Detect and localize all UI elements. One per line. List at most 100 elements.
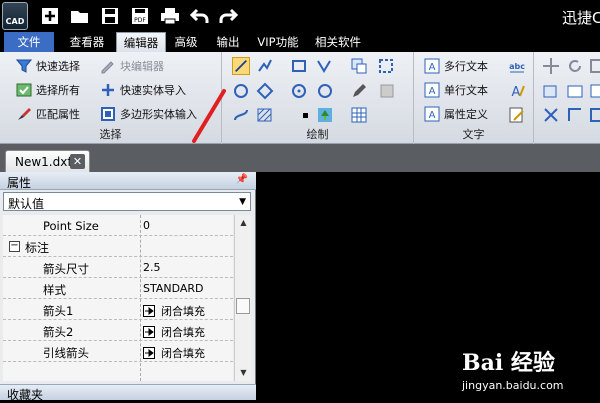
spline-icon[interactable] <box>232 106 250 124</box>
block-editor-label: 块编辑器 <box>120 60 164 73</box>
property-row[interactable]: Point Size 0 <box>3 215 233 236</box>
offset-icon[interactable] <box>588 106 600 124</box>
property-name: 箭头1 <box>43 304 74 318</box>
open-folder-icon[interactable] <box>70 6 90 26</box>
move-icon[interactable] <box>542 57 560 75</box>
save-icon[interactable] <box>100 6 120 26</box>
circle-icon[interactable] <box>232 82 250 100</box>
scrollbar-thumb[interactable] <box>236 298 250 314</box>
table-icon[interactable] <box>350 106 368 124</box>
property-row[interactable]: 引线箭头 闭合填充 <box>3 341 233 362</box>
pen-icon[interactable] <box>350 82 368 100</box>
property-row[interactable]: 箭头尺寸 2.5 <box>3 257 233 278</box>
select-all-icon <box>16 83 32 97</box>
block-insert-icon[interactable] <box>350 57 368 75</box>
collapse-icon[interactable]: − <box>9 241 20 252</box>
svg-text:A: A <box>512 85 521 100</box>
single-text-label: 单行文本 <box>444 84 488 97</box>
undo-icon[interactable] <box>190 6 210 26</box>
new-file-icon[interactable] <box>40 6 60 26</box>
image-icon[interactable] <box>316 106 334 124</box>
close-icon[interactable]: ✕ <box>70 154 85 169</box>
property-name: Point Size <box>43 219 99 233</box>
title-bar: CAD PDF 迅捷CAD <box>0 0 600 32</box>
text-style-icon[interactable]: abc <box>508 57 526 75</box>
property-section[interactable]: − 标注 <box>3 236 233 257</box>
menu-viewer[interactable]: 查看器 <box>62 32 112 52</box>
menu-file[interactable]: 文件 <box>4 32 54 52</box>
save-pdf-icon[interactable]: PDF <box>130 6 150 26</box>
region-icon[interactable] <box>378 57 396 75</box>
scroll-up-icon[interactable]: ▲ <box>235 215 252 231</box>
properties-selector-value: 默认值 <box>8 197 45 211</box>
property-row[interactable] <box>3 362 233 381</box>
mtext-icon: A <box>424 58 440 74</box>
quick-entity-import-button[interactable]: 快速实体导入 <box>100 80 186 100</box>
menu-editor[interactable]: 编辑器 <box>116 32 166 52</box>
draw-group: 绘制 <box>222 52 414 144</box>
property-value[interactable]: 闭合填充 <box>143 324 205 340</box>
document-tab[interactable]: New1.dxf ✕ <box>5 150 90 172</box>
property-value[interactable]: 2.5 <box>143 261 161 274</box>
property-value[interactable]: 0 <box>143 219 150 232</box>
svg-text:PDF: PDF <box>134 17 146 24</box>
extend-icon[interactable] <box>566 106 584 124</box>
properties-header: 属性 📌 <box>0 172 256 190</box>
ellipse-icon[interactable] <box>256 82 274 100</box>
point-icon[interactable] <box>296 106 314 124</box>
quick-select-button[interactable]: 快速选择 <box>16 56 80 76</box>
property-value[interactable]: 闭合填充 <box>143 303 205 319</box>
block-editor-button[interactable]: 块编辑器 <box>100 56 164 76</box>
properties-selector[interactable]: 默认值 ▼ <box>3 192 251 211</box>
text-color-icon[interactable]: A <box>508 82 526 100</box>
section-title: 标注 <box>25 241 50 255</box>
copy-icon[interactable] <box>542 82 560 100</box>
mtext-button[interactable]: A 多行文本 <box>424 56 488 76</box>
rectangle-icon[interactable] <box>290 57 308 75</box>
trim-icon[interactable] <box>542 106 560 124</box>
line-icon[interactable] <box>232 57 250 75</box>
hatch-icon[interactable] <box>256 106 274 124</box>
polygon-entity-input-button[interactable]: 多边形实体输入 <box>100 104 197 124</box>
single-text-button[interactable]: A 单行文本 <box>424 80 488 100</box>
vertical-scrollbar[interactable]: ▲ ▼ <box>234 215 251 381</box>
match-properties-button[interactable]: 匹配属性 <box>16 104 80 124</box>
polyline-icon[interactable] <box>256 57 274 75</box>
scroll-down-icon[interactable]: ▼ <box>235 365 252 381</box>
property-row[interactable]: 箭头1 闭合填充 <box>3 299 233 320</box>
property-value[interactable]: 闭合填充 <box>143 345 205 361</box>
edit-text-icon[interactable] <box>508 106 526 124</box>
ribbon: 快速选择 块编辑器 选择所有 快速实体导入 匹配属性 多边形实体输入 选择 绘制… <box>0 52 600 144</box>
donut-icon[interactable] <box>316 82 334 100</box>
menu-output[interactable]: 输出 <box>212 32 244 52</box>
polyline-dropdown-icon[interactable] <box>316 57 334 75</box>
attdef-button[interactable]: A 属性定义 <box>424 104 488 124</box>
menu-related-software[interactable]: 相关软件 <box>312 32 364 52</box>
attdef-icon: A <box>424 106 440 122</box>
array-icon[interactable] <box>588 82 600 100</box>
modify-group <box>534 52 600 144</box>
favorites-title: 收藏夹 <box>7 388 44 402</box>
hatch-disabled-icon[interactable] <box>378 82 396 100</box>
polygon-select-icon <box>101 107 115 121</box>
property-value[interactable]: STANDARD <box>143 282 204 295</box>
filled-arrow-icon <box>143 326 155 338</box>
text-group: A 多行文本 A 单行文本 A 属性定义 abc A 文字 <box>414 52 534 144</box>
watermark-url: jingyan.baidu.com <box>462 379 564 392</box>
rotate-icon[interactable] <box>566 57 584 75</box>
arc-icon[interactable] <box>290 82 308 100</box>
select-all-button[interactable]: 选择所有 <box>16 80 80 100</box>
print-icon[interactable] <box>160 6 180 26</box>
property-row[interactable]: 样式 STANDARD <box>3 278 233 299</box>
scale-icon[interactable] <box>588 57 600 75</box>
property-row[interactable]: 箭头2 闭合填充 <box>3 320 233 341</box>
property-name: 样式 <box>43 283 66 297</box>
menu-vip[interactable]: VIP功能 <box>254 32 302 52</box>
app-icon[interactable]: CAD <box>2 2 28 30</box>
pin-icon[interactable]: 📌 <box>236 174 248 185</box>
mtext-label: 多行文本 <box>444 60 488 73</box>
redo-icon[interactable] <box>218 6 238 26</box>
polygon-entity-input-label: 多边形实体输入 <box>120 108 197 121</box>
menu-advanced[interactable]: 高级 <box>170 32 202 52</box>
mirror-icon[interactable] <box>566 82 584 100</box>
